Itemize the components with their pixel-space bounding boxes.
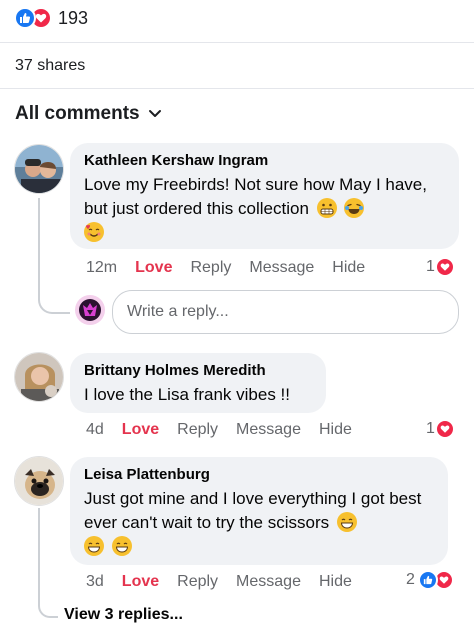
comment-reaction-number: 1 xyxy=(426,420,435,437)
comment-author[interactable]: Kathleen Kershaw Ingram xyxy=(84,151,445,171)
comment-timestamp: 3d xyxy=(86,573,104,590)
avatar[interactable] xyxy=(14,352,64,402)
love-button[interactable]: Love xyxy=(135,259,172,277)
reply-input[interactable]: Write a reply... xyxy=(112,290,459,334)
hide-button[interactable]: Hide xyxy=(332,259,365,277)
message-button[interactable]: Message xyxy=(236,421,301,439)
avatar[interactable] xyxy=(14,144,64,194)
avatar[interactable] xyxy=(14,456,64,506)
comment-bubble: Brittany Holmes Meredith I love the Lisa… xyxy=(70,353,326,413)
grinning-emoji-icon xyxy=(84,536,104,556)
reaction-count: 193 xyxy=(58,7,89,28)
comment-bubble: Leisa Plattenburg Just got mine and I lo… xyxy=(70,457,448,565)
laughing-tears-emoji-icon xyxy=(344,198,365,218)
reply-thread-line xyxy=(38,198,70,314)
divider xyxy=(0,42,474,43)
comment-actions: 12m Love Reply Message Hide xyxy=(86,259,383,277)
comment-actions: 4d Love Reply Message Hide xyxy=(86,421,370,439)
comment-text: I love the Lisa frank vibes !! xyxy=(84,385,290,404)
post-reactions-summary[interactable]: 193 xyxy=(14,5,88,31)
comment-sort-dropdown[interactable]: All comments xyxy=(15,103,162,125)
divider xyxy=(0,88,474,89)
hide-button[interactable]: Hide xyxy=(319,573,352,591)
like-reaction-icon xyxy=(14,7,36,29)
comment-reaction-count[interactable]: 2 xyxy=(406,570,454,590)
heart-icon xyxy=(434,419,455,439)
reply-button[interactable]: Reply xyxy=(177,573,218,591)
comment-reaction-number: 1 xyxy=(426,258,435,275)
comment-text-body: Love my Freebirds! Not sure how May I ha… xyxy=(84,175,427,218)
comment-text: Love my Freebirds! Not sure how May I ha… xyxy=(84,173,445,245)
message-button[interactable]: Message xyxy=(236,573,301,591)
view-replies-link[interactable]: View 3 replies... xyxy=(64,606,183,624)
reply-button[interactable]: Reply xyxy=(177,421,218,439)
comment-author[interactable]: Brittany Holmes Meredith xyxy=(84,361,312,381)
comment-actions: 3d Love Reply Message Hide xyxy=(86,573,370,591)
smiling-hearts-emoji-icon xyxy=(84,222,104,242)
like-icon xyxy=(417,570,438,590)
grimacing-emoji-icon xyxy=(316,198,337,218)
message-button[interactable]: Message xyxy=(249,259,314,277)
love-button[interactable]: Love xyxy=(122,421,159,439)
grinning-emoji-icon xyxy=(111,536,132,556)
shares-count[interactable]: 37 shares xyxy=(15,57,85,75)
heart-icon xyxy=(434,257,455,277)
grinning-emoji-icon xyxy=(336,512,357,532)
comment-text: Just got mine and I love everything I go… xyxy=(84,487,434,559)
chevron-down-icon xyxy=(148,110,161,117)
comment-reaction-count[interactable]: 1 xyxy=(426,419,455,439)
current-user-avatar[interactable] xyxy=(75,295,105,325)
comment-reaction-count[interactable]: 1 xyxy=(426,257,455,277)
hide-button[interactable]: Hide xyxy=(319,421,352,439)
comment-sort-label: All comments xyxy=(15,103,140,124)
comment-timestamp: 12m xyxy=(86,259,118,276)
reply-input-placeholder: Write a reply... xyxy=(127,303,229,320)
reply-thread-line xyxy=(38,508,58,618)
comment-bubble: Kathleen Kershaw Ingram Love my Freebird… xyxy=(70,143,459,249)
comment-timestamp: 4d xyxy=(86,421,104,438)
comment-text-body: Just got mine and I love everything I go… xyxy=(84,489,422,532)
comment-reaction-number: 2 xyxy=(406,571,415,588)
reply-button[interactable]: Reply xyxy=(190,259,231,277)
comment-author[interactable]: Leisa Plattenburg xyxy=(84,465,434,485)
love-button[interactable]: Love xyxy=(122,573,159,591)
